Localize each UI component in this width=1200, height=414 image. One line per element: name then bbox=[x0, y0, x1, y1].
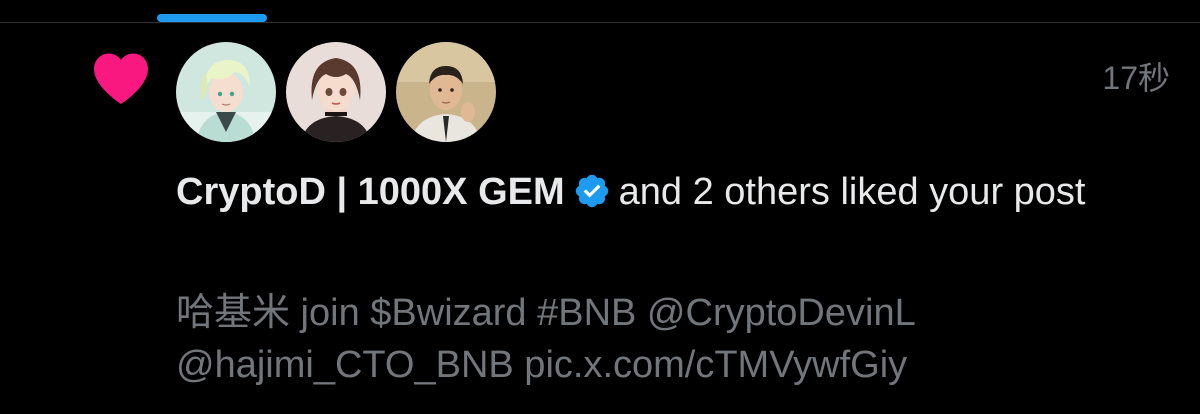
avatar-anime-girl-icon bbox=[286, 42, 386, 142]
top-tab-bar bbox=[0, 0, 1200, 23]
verified-badge-icon bbox=[575, 174, 608, 208]
notification-action-text: and 2 others liked your post bbox=[618, 171, 1086, 213]
avatar-1[interactable] bbox=[174, 40, 278, 144]
notification-headline: CryptoD | 1000X GEM and 2 others liked yo… bbox=[176, 166, 1156, 218]
avatar-anime-boy-icon bbox=[176, 42, 276, 142]
heart-icon bbox=[94, 53, 148, 105]
liked-post-snippet[interactable]: 哈基米 join $Bwizard #BNB @CryptoDevinL @ha… bbox=[176, 287, 1156, 391]
avatar-2[interactable] bbox=[284, 40, 388, 144]
avatar-3[interactable] bbox=[394, 40, 498, 144]
actor-display-name[interactable]: CryptoD | 1000X GEM bbox=[176, 171, 565, 213]
notification-timestamp: 17秒 bbox=[1102, 60, 1170, 96]
active-tab-indicator bbox=[157, 14, 267, 22]
avatar-man-icon bbox=[396, 42, 496, 142]
like-notification[interactable]: 17秒 CryptoD | 1000X GEM and 2 others like… bbox=[0, 23, 1200, 414]
